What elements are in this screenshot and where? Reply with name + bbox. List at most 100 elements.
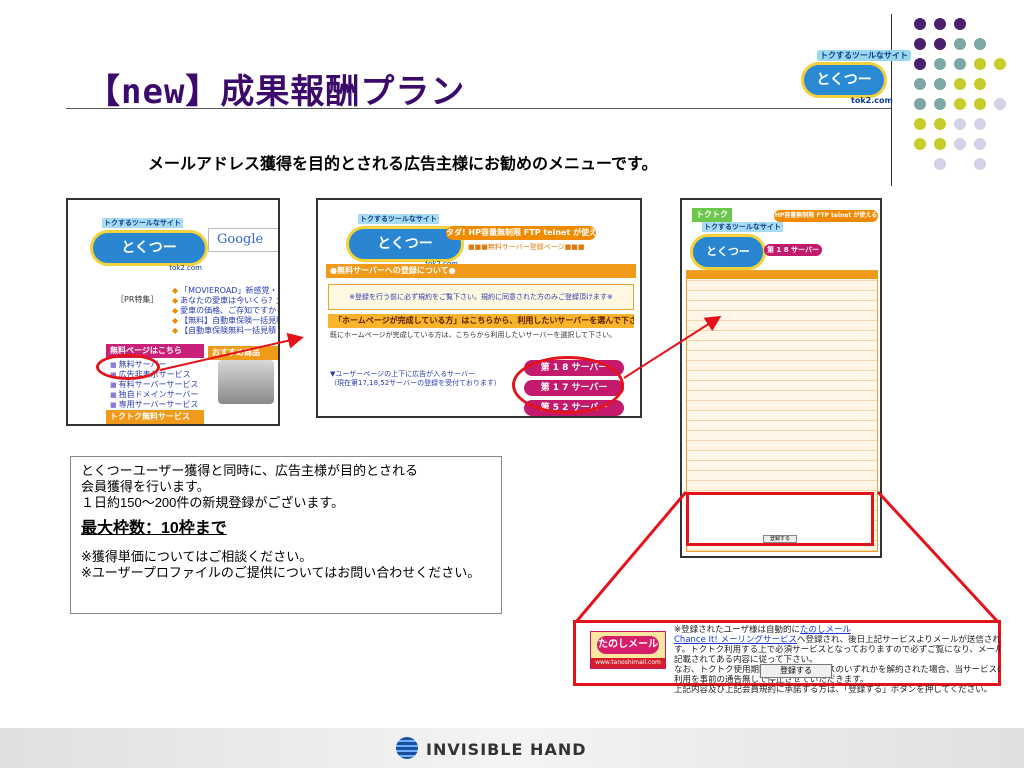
decorative-dot bbox=[974, 58, 986, 70]
decorative-dot bbox=[974, 78, 986, 90]
form-submit-button[interactable]: 登録する bbox=[763, 535, 797, 543]
tanoshimail-link[interactable]: たのしメール bbox=[800, 625, 851, 635]
logo-tagline: トクするツールなサイト bbox=[817, 50, 911, 61]
screen1-logo-domain: tok2.com bbox=[169, 264, 202, 272]
highlight-oval-free-server bbox=[96, 354, 160, 380]
logo-wordmark: とくつー bbox=[801, 62, 887, 98]
terms-text: ※登録されたユーザ様は自動的に bbox=[674, 625, 800, 635]
decorative-dot bbox=[974, 118, 986, 130]
terms-line: す。トクトク利用する上で必須サービスとなっておりますので必ずご覧になり、メールに bbox=[674, 645, 1000, 655]
decorative-dot bbox=[954, 118, 966, 130]
invisible-hand-logo-icon bbox=[396, 737, 418, 759]
decorative-dot bbox=[914, 78, 926, 90]
info-note: ※獲得単価についてはご相談ください。 bbox=[81, 549, 313, 564]
decorative-dot bbox=[914, 118, 926, 130]
tok2-logo: トクするツールなサイト とくつー tok2.com bbox=[795, 48, 911, 108]
info-note: ※ユーザープロファイルのご提供についてはお問い合わせください。 bbox=[81, 565, 481, 580]
google-search-box[interactable]: Google bbox=[208, 228, 278, 252]
registration-section-bar: ●無料サーバーへの登録について● bbox=[326, 264, 636, 278]
pr-item[interactable]: 愛車の価格、ご存知ですか bbox=[172, 306, 278, 316]
decorative-dot bbox=[954, 78, 966, 90]
decorative-dot bbox=[974, 38, 986, 50]
screen3-logo-wordmark: とくつー bbox=[690, 234, 766, 270]
slide-subtitle: メールアドレス獲得を目的とされる広告主様にお勧めのメニューです。 bbox=[148, 154, 658, 173]
max-slots-highlight: 最大枠数：10枠まで bbox=[81, 520, 227, 537]
zoom-line-left bbox=[574, 491, 688, 623]
info-line: 会員獲得を行います。 bbox=[81, 479, 210, 494]
screen3-hp-banner: HP容量無制限 FTP telnet が使える bbox=[774, 210, 878, 222]
slide-title: 【new】成果報酬プラン bbox=[86, 72, 466, 112]
terms-line: Chance It! メーリングサービスへ登録され、後日上記サービスよりメールが… bbox=[674, 635, 1000, 645]
decorative-dot bbox=[994, 98, 1006, 110]
tokutoku-badge: トクトク bbox=[692, 208, 732, 222]
title-divider bbox=[66, 108, 891, 109]
decorative-dot bbox=[934, 98, 946, 110]
hp-capacity-banner: タダ! HP容量無制限 FTP telnet が使える!! bbox=[446, 226, 596, 240]
recommend-bar: おすすめ商品 bbox=[208, 346, 278, 360]
decorative-dot bbox=[934, 78, 946, 90]
decorative-dot bbox=[934, 138, 946, 150]
menu-item-domain-server[interactable]: 独自ドメインサーバー bbox=[110, 390, 199, 400]
screen3-logo-tagline: トクするツールなサイト bbox=[702, 222, 783, 232]
decorative-dot bbox=[954, 38, 966, 50]
screen2-logo-tagline: トクするツールなサイト bbox=[358, 214, 439, 224]
pr-item[interactable]: 【自動車保険無料一括見積 bbox=[172, 326, 278, 336]
tanoshimail-logo[interactable]: たのしメール www.tanoshimail.com bbox=[590, 631, 666, 669]
logo-domain: tok2.com bbox=[851, 96, 893, 105]
menu-item-dedicated-server[interactable]: 専用サーバーサービス bbox=[110, 400, 199, 410]
decorative-dot bbox=[914, 138, 926, 150]
terms-line: ※登録されたユーザ様は自動的にたのしメール bbox=[674, 625, 1000, 635]
decorative-dot bbox=[954, 138, 966, 150]
info-line: １日約150～200件の新規登録がございます。 bbox=[81, 495, 345, 510]
terms-notice[interactable]: ※登録を行う前に必ず規約をご覧下さい。規約に同意された方のみご登録頂けます※ bbox=[328, 284, 634, 310]
decorative-dot bbox=[914, 38, 926, 50]
terms-text: へ登録され、後日上記サービスよりメールが送信されま bbox=[796, 635, 1000, 645]
decorative-dot bbox=[954, 18, 966, 30]
decorative-dot bbox=[954, 98, 966, 110]
decorative-dot bbox=[934, 118, 946, 130]
pr-item[interactable]: 「MOVIEROAD」新感覚・最 bbox=[172, 286, 278, 296]
highlight-oval-servers bbox=[512, 356, 624, 414]
screen1-logo: トクするツールなサイト とくつー tok2.com bbox=[90, 218, 208, 276]
ad-server-note: （現在第17,18,52サーバーの登録を受付ております） bbox=[330, 379, 501, 387]
decorative-dot bbox=[914, 58, 926, 70]
screen3-server-label: 第 1 8 サーバー bbox=[764, 244, 822, 256]
decorative-dot bbox=[914, 18, 926, 30]
screen1-logo-tagline: トクするツールなサイト bbox=[102, 218, 183, 228]
menu-item-paid-server[interactable]: 有料サーバーサービス bbox=[110, 380, 199, 390]
chance-it-link[interactable]: Chance It! メーリングサービス bbox=[674, 635, 797, 645]
screenshot-top-page: トクするツールなサイト とくつー tok2.com Google ［PR特集］ … bbox=[66, 198, 280, 426]
pr-item[interactable]: 【無料】自動車保険一括見積 bbox=[172, 316, 278, 326]
screen1-logo-wordmark: とくつー bbox=[90, 230, 208, 266]
terms-line: 利用を事前の通告無しで停止させていただきます。 bbox=[674, 675, 869, 685]
footer-brand: INVISIBLE HAND bbox=[426, 740, 587, 759]
ad-server-info: ▼ユーザーページの上下に広告が入るサーバー （現在第17,18,52サーバーの登… bbox=[330, 370, 501, 388]
zoom-line-right bbox=[876, 490, 1000, 624]
printer-product-image[interactable] bbox=[218, 360, 274, 404]
registration-page-label: ■■■無料サーバー登録ページ■■■ bbox=[468, 243, 585, 251]
info-line: とくつーユーザー獲得と同時に、広告主様が目的とされる bbox=[81, 463, 418, 478]
completed-page-notice: 「ホームページが完成している方」はこちらから、利用したいサーバーを選んで下さい bbox=[328, 314, 634, 328]
pr-label: ［PR特集］ bbox=[116, 295, 159, 304]
decorative-dot bbox=[934, 58, 946, 70]
decorative-dot bbox=[934, 158, 946, 170]
screenshot-registration-form: トクトク HP容量無制限 FTP telnet が使える トクするツールなサイト… bbox=[680, 198, 882, 558]
terms-line: 上記内容及び上記会員規約に承諾する方は、「登録する」ボタンを押してください。 bbox=[674, 685, 993, 695]
terms-line: 記載されてある内容に従って下さい。 bbox=[674, 655, 818, 665]
pr-item[interactable]: あなたの愛車は今いくら？大 bbox=[172, 296, 278, 306]
decorative-dot bbox=[954, 58, 966, 70]
zoomed-terms-text: ※登録されたユーザ様は自動的にたのしメール Chance It! メーリングサー… bbox=[674, 625, 1000, 695]
decorative-dot bbox=[934, 38, 946, 50]
decorative-dot bbox=[974, 138, 986, 150]
tanoshimail-wordmark: たのしメール bbox=[597, 636, 659, 654]
terms-line: なお、トクトク使用期間中に上記サービスのいずれかを解約された場合、当サービスの bbox=[674, 665, 1000, 675]
decorative-dot bbox=[914, 98, 926, 110]
tanoshimail-url: www.tanoshimail.com bbox=[591, 658, 665, 668]
decorative-dot bbox=[974, 158, 986, 170]
tokutoku-services-bar: トクトク無料サービス bbox=[106, 410, 204, 424]
zoomed-register-button[interactable]: 登録する bbox=[760, 664, 832, 678]
decorative-dot bbox=[994, 58, 1006, 70]
pr-list: 「MOVIEROAD」新感覚・最 あなたの愛車は今いくら？大 愛車の価格、ご存知… bbox=[172, 286, 278, 336]
ad-server-link[interactable]: ▼ユーザーページの上下に広告が入るサーバー bbox=[330, 370, 475, 378]
form-header bbox=[687, 271, 877, 279]
